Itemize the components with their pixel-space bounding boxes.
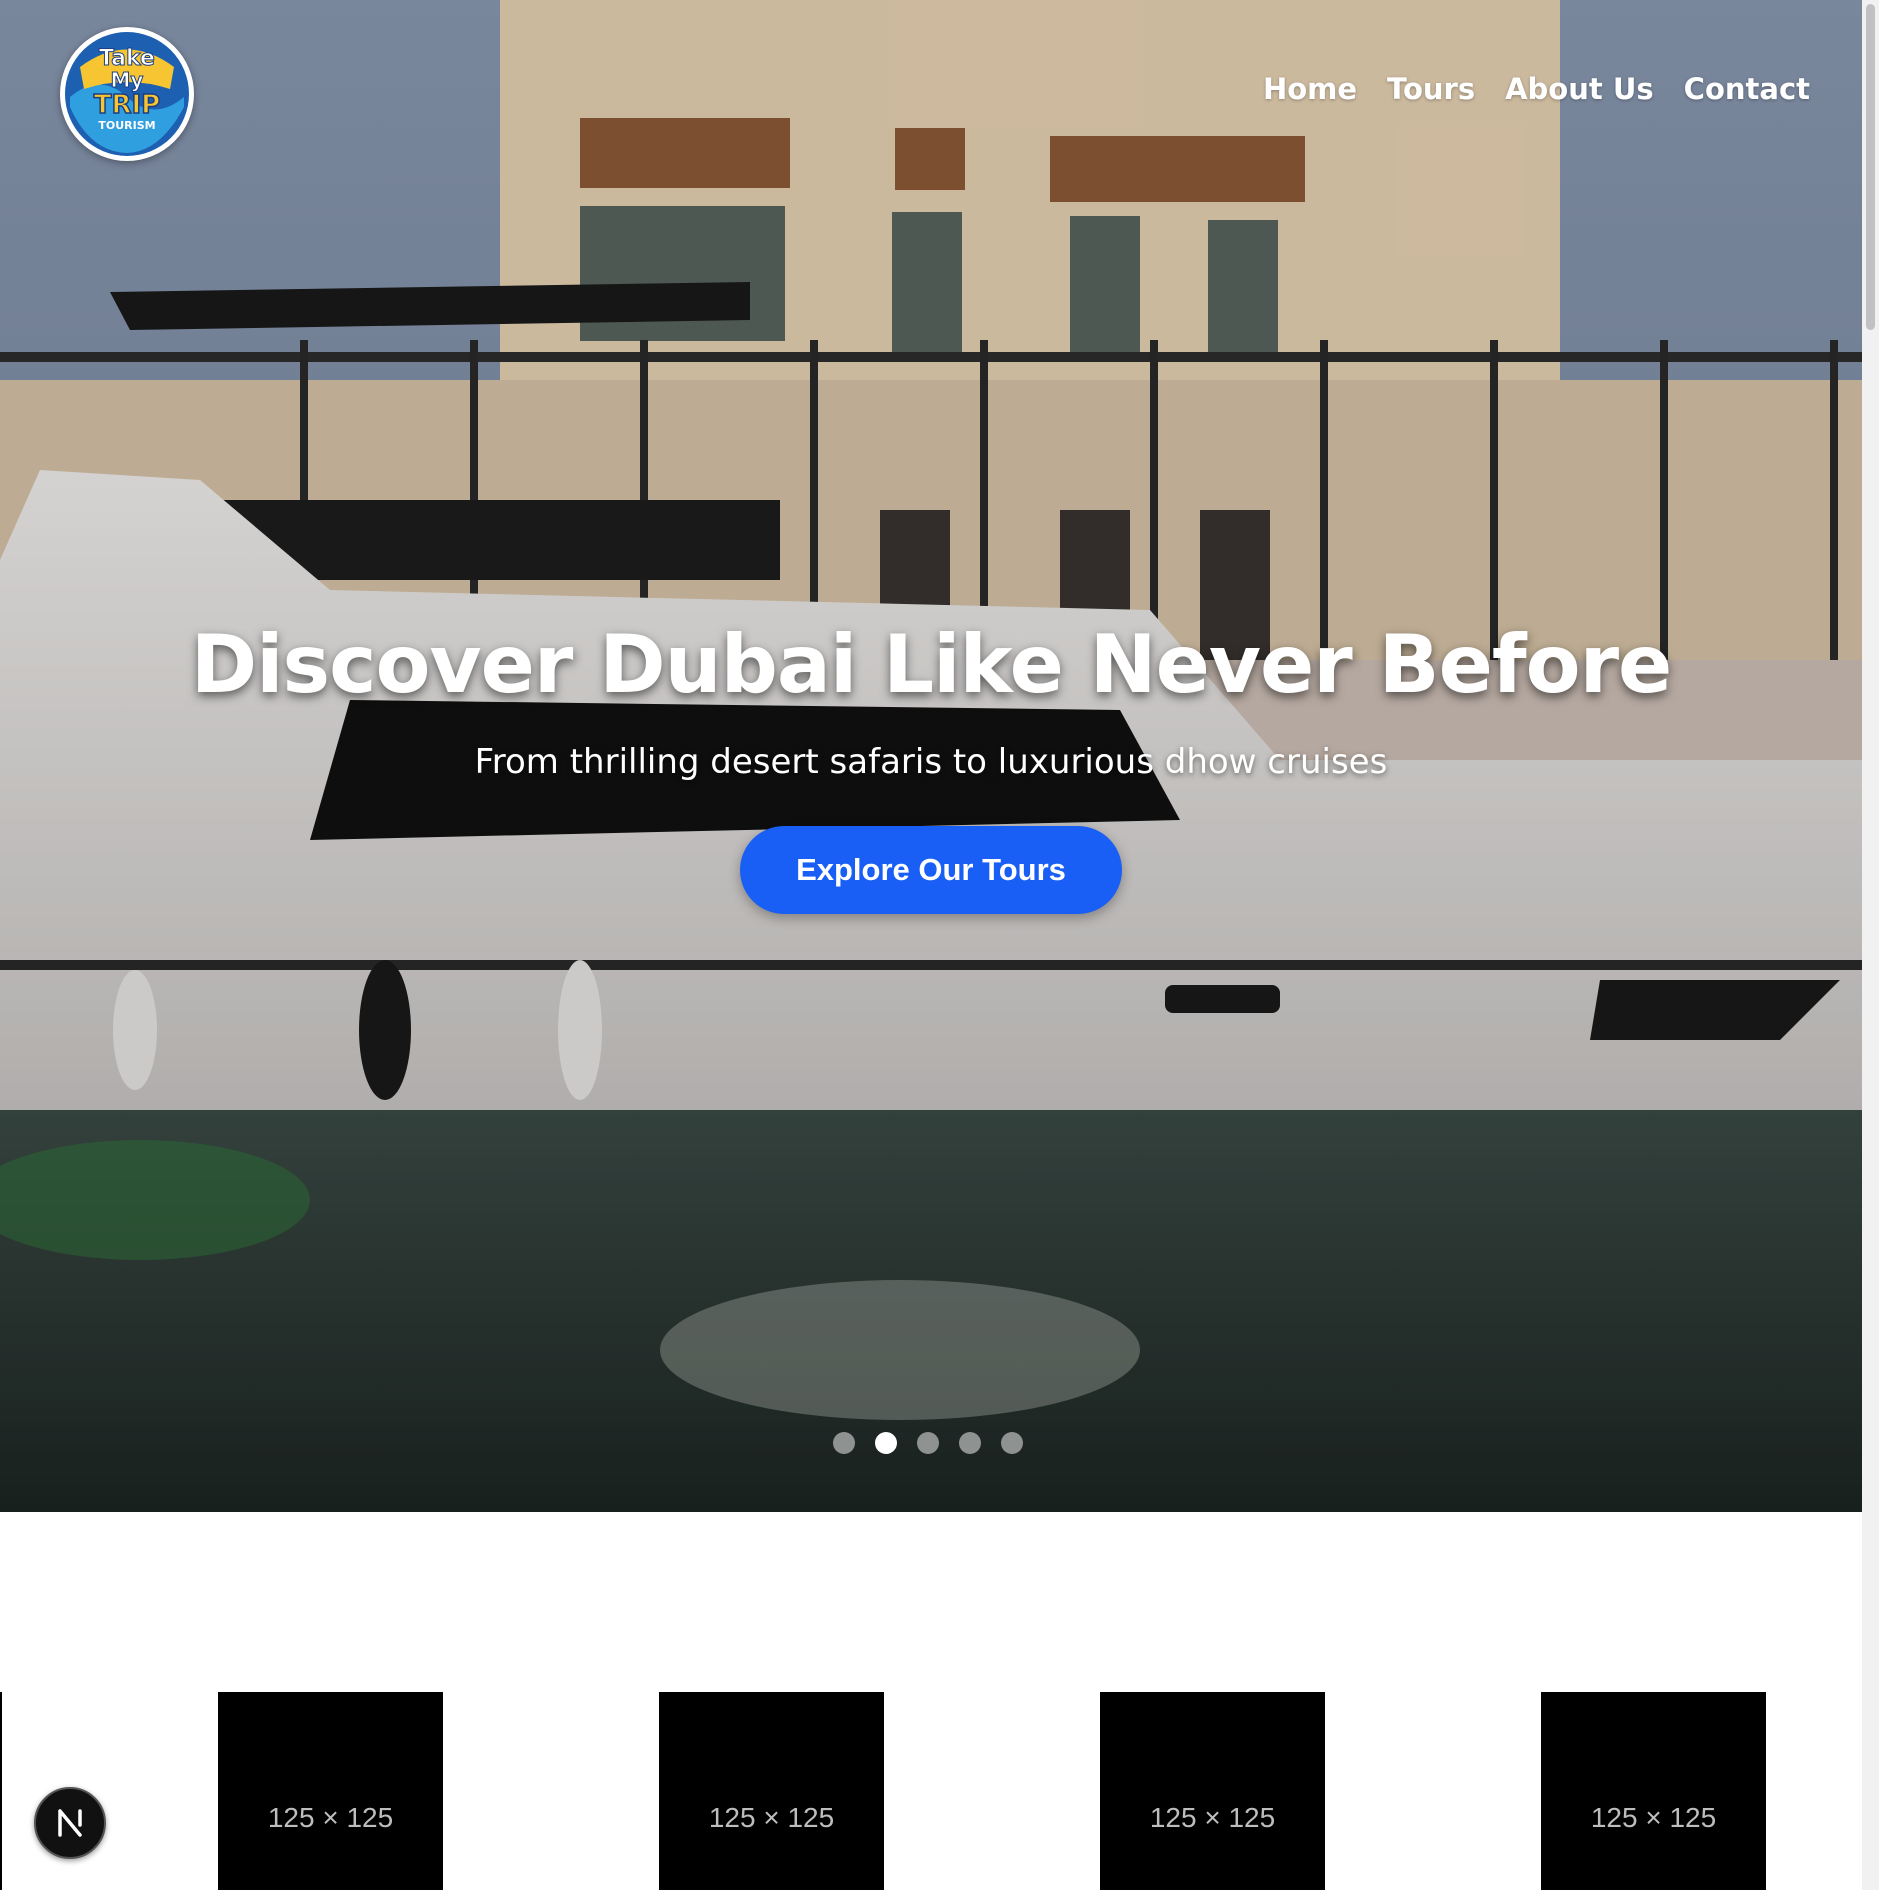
page: Discover Dubai Like Never Before From th… <box>0 0 1862 1890</box>
carousel-indicators <box>833 1432 1023 1454</box>
partner-logo-label: 125 × 125 <box>267 1802 394 1833</box>
scrollbar-thumb[interactable] <box>1866 4 1875 330</box>
site-logo[interactable]: Take My TRIP TOURISM <box>60 27 194 161</box>
partner-logo-1: 125 × 125 <box>218 1692 443 1890</box>
nav-tours[interactable]: Tours <box>1387 72 1475 106</box>
logo-text-4: TOURISM <box>98 119 155 132</box>
logo-graphic: Take My TRIP TOURISM <box>65 32 189 156</box>
partner-logo-edge <box>0 1692 2 1890</box>
partner-logo-label: 125 × 125 <box>1149 1802 1276 1833</box>
carousel-dot-2[interactable] <box>875 1432 897 1454</box>
page-scrollbar[interactable] <box>1862 0 1879 1890</box>
hero-content: Discover Dubai Like Never Before From th… <box>0 610 1862 914</box>
hero-title: Discover Dubai Like Never Before <box>190 618 1673 711</box>
partner-logo-label: 125 × 125 <box>708 1802 835 1833</box>
carousel-dot-1[interactable] <box>833 1432 855 1454</box>
logo-text-2: My <box>111 68 144 92</box>
main-nav: Home Tours About Us Contact <box>1233 72 1810 106</box>
nav-home[interactable]: Home <box>1263 72 1357 106</box>
partner-logo-3: 125 × 125 <box>1100 1692 1325 1890</box>
navbar: Take My TRIP TOURISM Home Tours About Us… <box>0 0 1862 190</box>
nextjs-dev-badge[interactable] <box>34 1787 106 1859</box>
partner-logo-2: 125 × 125 <box>659 1692 884 1890</box>
carousel-dot-5[interactable] <box>1001 1432 1023 1454</box>
nav-contact[interactable]: Contact <box>1684 72 1810 106</box>
partner-logo-label: 125 × 125 <box>1590 1802 1717 1833</box>
hero-carousel: Discover Dubai Like Never Before From th… <box>0 0 1862 1512</box>
carousel-dot-4[interactable] <box>959 1432 981 1454</box>
partner-logos: 125 × 125 125 × 125 125 × 125 125 × 125 <box>0 1692 1862 1890</box>
nav-about-us[interactable]: About Us <box>1505 72 1654 106</box>
explore-tours-button[interactable]: Explore Our Tours <box>740 826 1122 914</box>
partner-logo-4: 125 × 125 <box>1541 1692 1766 1890</box>
logo-text-3: TRIP <box>94 90 161 120</box>
hero-subtitle: From thrilling desert safaris to luxurio… <box>474 742 1388 782</box>
nextjs-icon <box>58 1809 82 1837</box>
carousel-dot-3[interactable] <box>917 1432 939 1454</box>
